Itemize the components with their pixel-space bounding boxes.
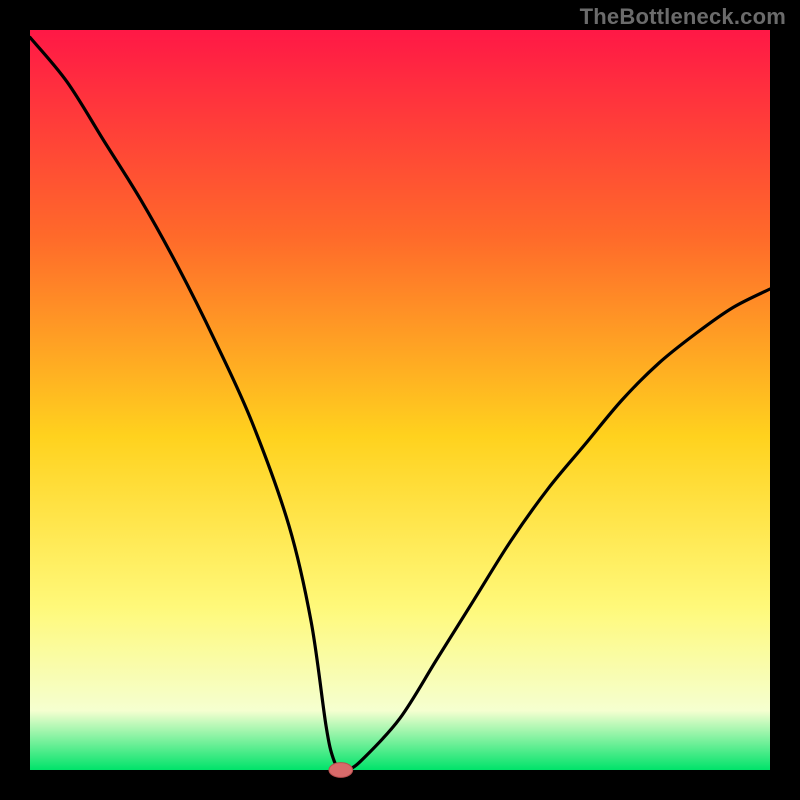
plot-background <box>30 30 770 770</box>
watermark-text: TheBottleneck.com <box>580 4 786 30</box>
bottleneck-chart <box>0 0 800 800</box>
chart-frame: { "watermark": "TheBottleneck.com", "col… <box>0 0 800 800</box>
optimum-marker <box>329 763 353 778</box>
